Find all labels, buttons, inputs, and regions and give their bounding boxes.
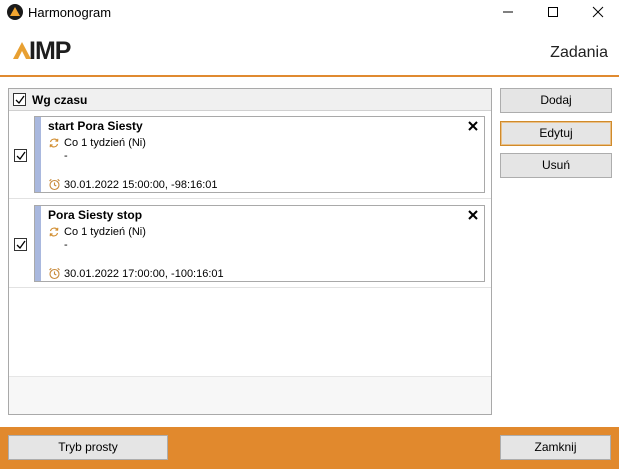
task-card[interactable]: Pora Siesty stop Co 1 tydzień (Ni) - 30.… bbox=[34, 205, 485, 282]
minimize-icon bbox=[503, 11, 513, 13]
header: IMP Zadania bbox=[0, 24, 619, 76]
window-close-button[interactable] bbox=[575, 0, 619, 24]
alarm-clock-icon bbox=[48, 178, 61, 194]
task-checkbox[interactable] bbox=[14, 149, 27, 162]
delete-task-button[interactable] bbox=[467, 209, 479, 221]
task-detail-text: - bbox=[64, 150, 68, 162]
task-card[interactable]: start Pora Siesty Co 1 tydzień (Ni) - 30… bbox=[34, 116, 485, 193]
group-label: Wg czasu bbox=[32, 93, 88, 107]
header-divider bbox=[0, 75, 619, 77]
window-title: Harmonogram bbox=[28, 5, 112, 20]
list-footer bbox=[9, 376, 491, 414]
task-accent-bar bbox=[35, 117, 41, 192]
task-title: Pora Siesty stop bbox=[48, 208, 143, 222]
close-icon bbox=[592, 6, 604, 18]
page-title: Zadania bbox=[550, 44, 608, 61]
task-repeat-text: Co 1 tydzień (Ni) bbox=[64, 137, 146, 149]
group-checkbox[interactable] bbox=[13, 93, 26, 106]
task-time-text: 30.01.2022 17:00:00, -100:16:01 bbox=[64, 268, 224, 280]
task-list: Wg czasu start Pora Siesty Co 1 tydzień … bbox=[8, 88, 492, 415]
minimize-button[interactable] bbox=[485, 0, 531, 24]
checkmark-icon bbox=[16, 151, 26, 161]
add-button[interactable]: Dodaj bbox=[500, 88, 612, 113]
edit-button[interactable]: Edytuj bbox=[500, 121, 612, 146]
task-row[interactable]: Pora Siesty stop Co 1 tydzień (Ni) - 30.… bbox=[9, 200, 491, 288]
repeat-icon bbox=[48, 137, 60, 152]
task-time-text: 30.01.2022 15:00:00, -98:16:01 bbox=[64, 179, 218, 191]
close-icon bbox=[468, 121, 478, 131]
checkmark-icon bbox=[15, 95, 25, 105]
task-checkbox[interactable] bbox=[14, 238, 27, 251]
maximize-icon bbox=[548, 7, 558, 17]
close-icon bbox=[468, 210, 478, 220]
close-button[interactable]: Zamknij bbox=[500, 435, 611, 460]
bottom-bar: Tryb prosty Zamknij bbox=[0, 427, 619, 469]
simple-mode-button[interactable]: Tryb prosty bbox=[8, 435, 168, 460]
title-bar: Harmonogram bbox=[0, 0, 619, 24]
task-row[interactable]: start Pora Siesty Co 1 tydzień (Ni) - 30… bbox=[9, 111, 491, 199]
delete-task-button[interactable] bbox=[467, 120, 479, 132]
remove-button[interactable]: Usuń bbox=[500, 153, 612, 178]
logo-text: IMP bbox=[29, 37, 71, 65]
task-title: start Pora Siesty bbox=[48, 119, 143, 133]
task-accent-bar bbox=[35, 206, 41, 281]
group-header[interactable]: Wg czasu bbox=[9, 89, 491, 111]
checkmark-icon bbox=[16, 240, 26, 250]
repeat-icon bbox=[48, 226, 60, 241]
alarm-clock-icon bbox=[48, 267, 61, 283]
maximize-button[interactable] bbox=[530, 0, 576, 24]
task-detail-text: - bbox=[64, 239, 68, 251]
task-repeat-text: Co 1 tydzień (Ni) bbox=[64, 226, 146, 238]
aimp-logo-icon bbox=[7, 4, 23, 20]
